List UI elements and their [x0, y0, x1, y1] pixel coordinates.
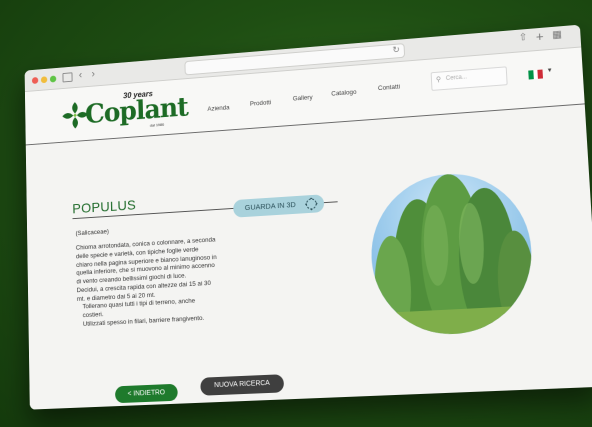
- view-3d-label: GUARDA IN 3D: [244, 200, 296, 213]
- new-tab-icon[interactable]: +: [535, 29, 544, 44]
- menu-item-contatti[interactable]: Contatti: [378, 84, 400, 93]
- search-icon: ⚲: [435, 76, 442, 84]
- brand-name: Coplant: [84, 92, 189, 130]
- back-arrow-icon[interactable]: ‹: [79, 70, 83, 82]
- product-photo: [368, 168, 536, 338]
- search-input[interactable]: Cerca...: [446, 74, 467, 82]
- back-button[interactable]: < INDIETRO: [114, 383, 178, 404]
- menu-item-catalogo[interactable]: Catalogo: [331, 89, 357, 98]
- reload-icon[interactable]: ↻: [392, 44, 400, 55]
- product-description: Chioma arrotondata, conica o colonnare, …: [76, 236, 219, 329]
- chevron-down-icon[interactable]: ▼: [547, 68, 553, 74]
- minimize-window-button[interactable]: [40, 76, 48, 84]
- menu-item-gallery[interactable]: Gallery: [293, 94, 313, 102]
- rotate-3d-icon: [304, 197, 318, 212]
- new-search-button[interactable]: NUOVA RICERCA: [200, 374, 285, 396]
- brand-since: dal 1986: [149, 121, 165, 128]
- italian-flag-icon[interactable]: [528, 69, 544, 80]
- share-icon[interactable]: ⇧: [519, 32, 528, 44]
- forward-arrow-icon[interactable]: ›: [91, 69, 95, 81]
- search-box[interactable]: ⚲ Cerca...: [430, 66, 508, 91]
- tab-overview-icon[interactable]: ▦: [552, 29, 562, 41]
- zoom-window-button[interactable]: [49, 75, 57, 83]
- site-logo[interactable]: 30 years Coplant dal 1986: [61, 89, 188, 134]
- close-window-button[interactable]: [31, 76, 39, 85]
- menu-item-azienda[interactable]: Azienda: [207, 104, 229, 112]
- sidebar-toggle-icon[interactable]: [62, 72, 73, 83]
- view-3d-button[interactable]: GUARDA IN 3D: [233, 194, 325, 218]
- menu-item-prodotti[interactable]: Prodotti: [250, 99, 272, 107]
- product-title: POPULUS: [72, 196, 137, 217]
- browser-window: ‹ › ↻ ⇧ + ▦ 30 years Coplant dal 1986 Az…: [24, 24, 592, 410]
- product-family: (Salicaceae): [75, 228, 109, 238]
- product-page: POPULUS (Salicaceae) Chioma arrotondata,…: [25, 104, 592, 410]
